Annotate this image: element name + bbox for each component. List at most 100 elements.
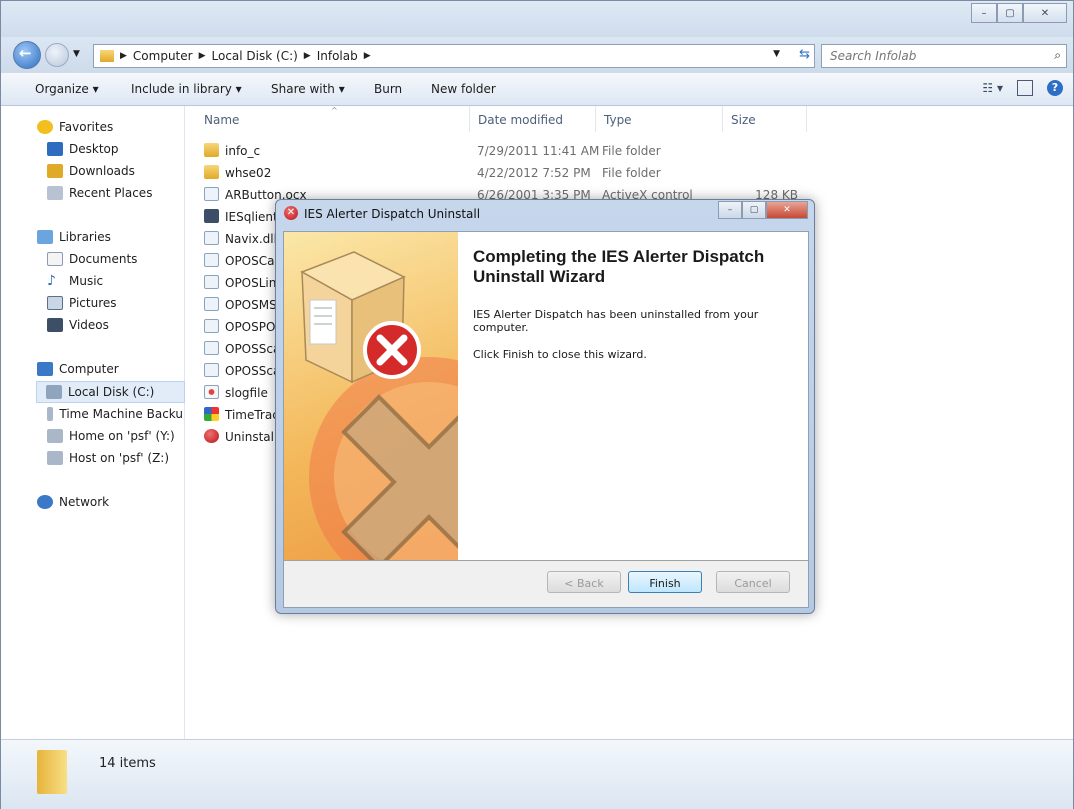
file-row[interactable]: whse02 4/22/2012 7:52 PM File folder: [204, 162, 804, 184]
nav-home-psf[interactable]: Home on 'psf' (Y:): [47, 426, 229, 446]
search-input[interactable]: [828, 46, 1032, 66]
address-dropdown-icon[interactable]: ▼: [773, 49, 780, 59]
nav-label: Favorites: [59, 120, 114, 134]
pictures-icon: [47, 296, 63, 310]
column-date-modified[interactable]: Date modified: [478, 113, 563, 127]
file-name: whse02: [225, 166, 272, 180]
breadcrumb-infolab[interactable]: Infolab: [313, 49, 362, 63]
title-bar: – ▢ ✕: [1, 1, 1073, 37]
nav-label: Home on 'psf' (Y:): [69, 429, 175, 443]
organize-menu[interactable]: Organize ▾: [35, 82, 99, 96]
music-icon: ♪: [47, 273, 56, 289]
uninstall-box-graphic: [300, 251, 458, 560]
back-button[interactable]: ←: [13, 41, 41, 69]
column-size[interactable]: Size: [731, 113, 756, 127]
recent-pages-chevron-icon[interactable]: ▼: [73, 49, 80, 59]
nav-recent-places[interactable]: Recent Places: [47, 183, 229, 203]
maximize-button[interactable]: ▢: [997, 3, 1023, 23]
nav-label: Videos: [69, 318, 109, 332]
downloads-icon: [47, 164, 63, 178]
nav-network[interactable]: Network: [37, 492, 219, 512]
finish-button[interactable]: Finish: [628, 571, 702, 593]
preview-pane-icon[interactable]: [1017, 80, 1033, 96]
recent-places-icon: [47, 186, 63, 200]
breadcrumb-separator-icon: ▶: [120, 51, 127, 61]
column-divider[interactable]: [806, 106, 807, 132]
column-divider[interactable]: [722, 106, 723, 132]
star-icon: [37, 120, 53, 134]
forward-button[interactable]: [45, 43, 69, 67]
nav-time-machine[interactable]: Time Machine Backu: [47, 404, 183, 424]
file-name: TimeTrac: [225, 408, 279, 422]
minimize-button[interactable]: –: [971, 3, 997, 23]
library-icon: [37, 230, 53, 244]
nav-computer[interactable]: Computer: [37, 359, 219, 379]
button-divider: [284, 560, 808, 561]
nav-host-psf[interactable]: Host on 'psf' (Z:): [47, 448, 229, 468]
file-name: OPOSCas: [225, 254, 281, 268]
nav-downloads[interactable]: Downloads: [47, 161, 229, 181]
breadcrumb-local-disk[interactable]: Local Disk (C:): [208, 49, 302, 63]
uninstall-dialog: ✕ IES Alerter Dispatch Uninstall – ▢ ✕ C…: [275, 199, 815, 614]
computer-icon: [37, 362, 53, 376]
activex-file-icon: [204, 297, 219, 311]
column-type[interactable]: Type: [604, 113, 632, 127]
nav-label: Time Machine Backu: [59, 407, 183, 421]
activex-file-icon: [204, 253, 219, 267]
dialog-close-button[interactable]: ✕: [766, 201, 808, 219]
help-icon[interactable]: ?: [1047, 80, 1063, 96]
window-controls: – ▢ ✕: [971, 3, 1067, 23]
nav-pictures[interactable]: Pictures: [47, 293, 229, 313]
file-row[interactable]: info_c 7/29/2011 11:41 AM File folder: [204, 140, 804, 162]
breadcrumb-separator-icon: ▶: [363, 51, 371, 61]
column-divider[interactable]: [469, 106, 470, 132]
nav-local-disk[interactable]: Local Disk (C:): [36, 381, 185, 403]
close-button[interactable]: ✕: [1023, 3, 1067, 23]
folder-icon: [100, 50, 114, 62]
back-arrow-icon: ←: [19, 44, 32, 62]
details-pane: 14 items: [1, 739, 1073, 809]
search-icon[interactable]: ⌕: [1054, 48, 1061, 63]
burn-button[interactable]: Burn: [374, 82, 402, 96]
file-name: OPOSSca: [225, 342, 281, 356]
nav-label: Computer: [59, 362, 119, 376]
address-bar[interactable]: ▶ Computer ▶ Local Disk (C:) ▶ Infolab ▶…: [93, 44, 815, 68]
nav-music[interactable]: ♪ Music: [47, 271, 229, 291]
wizard-instruction: Click Finish to close this wizard.: [473, 348, 647, 361]
nav-label: Network: [59, 495, 110, 509]
back-button[interactable]: < Back: [547, 571, 621, 593]
nav-desktop[interactable]: Desktop: [47, 139, 229, 159]
nav-label: Documents: [69, 252, 138, 266]
search-box[interactable]: ⌕: [821, 44, 1067, 68]
dll-file-icon: [204, 231, 219, 245]
file-name: slogfile: [225, 386, 268, 400]
activex-file-icon: [204, 341, 219, 355]
item-count: 14 items: [99, 756, 156, 771]
view-options-icon[interactable]: ☷ ▾: [982, 81, 1003, 95]
sort-ascending-icon: ^: [331, 106, 338, 115]
file-type: File folder: [602, 166, 661, 180]
file-name: info_c: [225, 144, 261, 158]
dialog-minimize-button[interactable]: –: [718, 201, 742, 219]
column-divider[interactable]: [595, 106, 596, 132]
navigation-pane: Favorites Desktop Downloads Recent Place…: [1, 106, 185, 739]
breadcrumb-computer[interactable]: Computer: [129, 49, 197, 63]
include-in-library-menu[interactable]: Include in library ▾: [131, 82, 242, 96]
column-name[interactable]: Name: [204, 113, 239, 127]
file-name: Uninstall: [225, 430, 278, 444]
nav-libraries[interactable]: Libraries: [37, 227, 219, 247]
videos-icon: [47, 318, 63, 332]
dialog-maximize-button[interactable]: ▢: [742, 201, 766, 219]
nav-label: Desktop: [69, 142, 119, 156]
refresh-icon[interactable]: ⇆: [799, 47, 810, 62]
nav-videos[interactable]: Videos: [47, 315, 229, 335]
nav-documents[interactable]: Documents: [47, 249, 229, 269]
cancel-button[interactable]: Cancel: [716, 571, 790, 593]
activex-file-icon: [204, 275, 219, 289]
share-with-menu[interactable]: Share with ▾: [271, 82, 345, 96]
dialog-title: IES Alerter Dispatch Uninstall: [304, 207, 481, 221]
column-headers: Name ^ Date modified Type Size: [185, 106, 1073, 132]
breadcrumb-separator-icon: ▶: [303, 51, 311, 61]
new-folder-button[interactable]: New folder: [431, 82, 496, 96]
nav-label: Music: [69, 274, 104, 288]
